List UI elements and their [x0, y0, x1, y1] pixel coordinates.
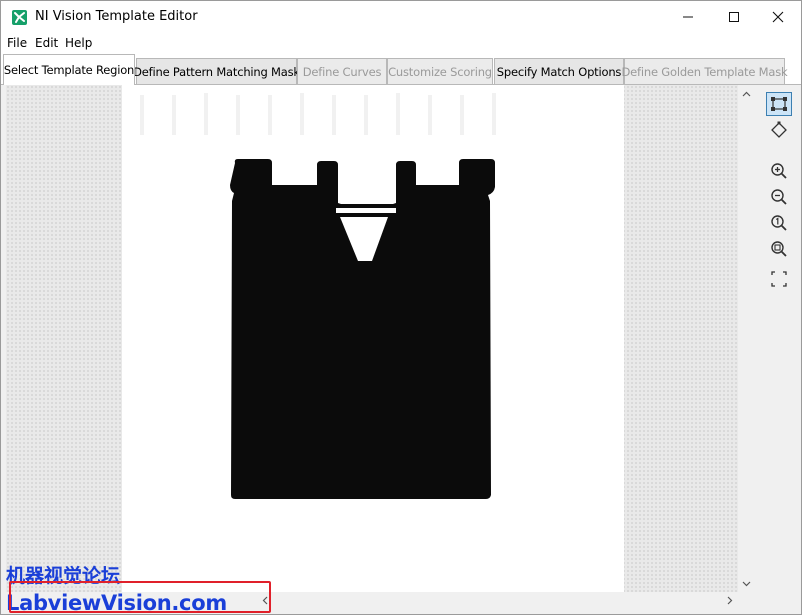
close-button[interactable] — [755, 1, 801, 33]
part-slot — [336, 208, 396, 213]
tab-define-golden-template-mask: Define Golden Template Mask — [622, 58, 788, 84]
tab-select-template-region[interactable]: Select Template Region — [3, 54, 135, 85]
fit-to-window-tool[interactable] — [766, 267, 792, 291]
zoom-in-tool[interactable] — [766, 159, 792, 183]
close-icon — [772, 11, 784, 23]
vertical-scrollbar[interactable] — [738, 85, 755, 592]
zoom-in-icon — [771, 163, 787, 179]
zoom-1to1-icon — [771, 215, 787, 231]
minimize-button[interactable] — [665, 1, 711, 33]
watermark-highlight-box — [9, 581, 271, 613]
zoom-fit-icon — [771, 241, 787, 257]
zoom-1to1-tool[interactable] — [766, 211, 792, 235]
tab-define-pattern-matching-mask[interactable]: Define Pattern Matching Mask — [133, 58, 300, 84]
ni-vision-app-icon — [12, 10, 27, 25]
minimize-icon — [683, 16, 693, 18]
menu-edit[interactable]: Edit — [35, 36, 58, 50]
zoom-out-tool[interactable] — [766, 185, 792, 209]
rectangle-select-tool[interactable] — [766, 92, 792, 116]
scroll-right-button[interactable] — [721, 592, 738, 609]
zoom-out-icon — [771, 189, 787, 205]
menu-bar: File Edit Help — [1, 33, 801, 54]
tool-palette — [761, 85, 799, 605]
image-canvas[interactable] — [6, 85, 738, 592]
tab-customize-scoring: Customize Scoring — [387, 58, 493, 84]
tab-bar: Select Template Region Define Pattern Ma… — [1, 54, 801, 85]
vertical-scroll-thumb[interactable] — [742, 103, 751, 571]
window-title: NI Vision Template Editor — [35, 9, 198, 24]
scroll-up-button[interactable] — [738, 85, 755, 102]
template-editor-window: NI Vision Template Editor File Edit Help… — [0, 0, 802, 615]
image-noise — [140, 93, 496, 135]
rotated-rectangle-tool[interactable] — [766, 118, 792, 142]
title-bar: NI Vision Template Editor — [1, 1, 801, 33]
scroll-down-button[interactable] — [738, 575, 755, 592]
menu-file[interactable]: File — [7, 36, 27, 50]
fit-to-window-icon — [771, 271, 787, 287]
chevron-down-icon — [742, 581, 751, 586]
zoom-fit-tool[interactable] — [766, 237, 792, 261]
template-image-content — [140, 93, 496, 499]
tab-define-curves: Define Curves — [297, 58, 387, 84]
template-image[interactable] — [122, 85, 624, 592]
chevron-up-icon — [742, 91, 751, 96]
rectangle-select-icon — [771, 97, 787, 111]
menu-help[interactable]: Help — [65, 36, 92, 50]
chevron-right-icon — [727, 596, 732, 605]
maximize-button[interactable] — [711, 1, 757, 33]
tab-specify-match-options[interactable]: Specify Match Options — [494, 58, 624, 84]
maximize-icon — [729, 12, 739, 22]
rotated-rectangle-icon — [771, 121, 787, 138]
